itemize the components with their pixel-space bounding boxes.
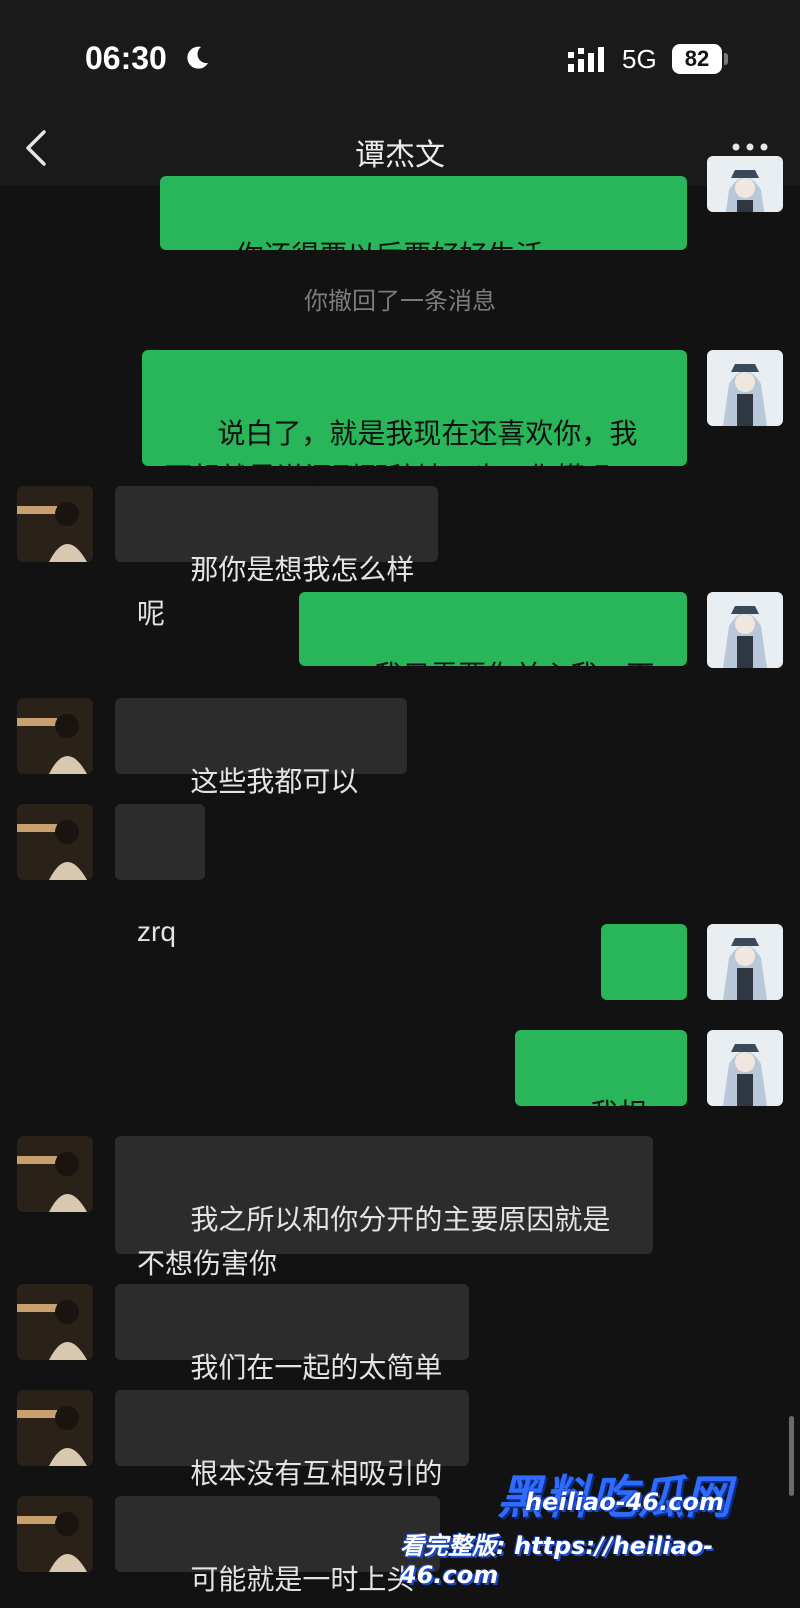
message-bubble-received[interactable]: zrq [115, 804, 205, 947]
moon-icon [187, 46, 208, 69]
anime-avatar-icon [707, 156, 783, 212]
message-text: 你还得要以后要好好生活 [235, 239, 544, 272]
message-bubble-received[interactable]: 根本没有互相吸引的点 [115, 1390, 469, 1534]
watermark-url: heiliao-46.com [525, 1488, 724, 1516]
my-avatar[interactable] [707, 1030, 783, 1106]
contact-avatar[interactable] [17, 804, 93, 880]
message-text: 可能就是一时上头吧 [137, 1563, 415, 1608]
message-text: 说白了，就是我现在还喜欢你，我不想就是说闹到那种地一步，你懂吗 [164, 417, 638, 494]
contact-photo-icon [17, 804, 93, 880]
message-bubble-sent[interactable]: 我相信你 [515, 1030, 687, 1174]
contact-photo-icon [17, 1136, 93, 1212]
contact-photo-icon [17, 1390, 93, 1466]
contact-photo-icon [17, 486, 93, 562]
contact-avatar[interactable] [17, 1390, 93, 1466]
contact-photo-icon [17, 1284, 93, 1360]
anime-avatar-icon [707, 592, 783, 668]
chat-title: 谭杰文 [355, 138, 445, 173]
message-list[interactable]: 你还得要以后要好好生活 你撤回了一条消息 说白了，就是我现在还喜欢你，我不想就是… [0, 156, 800, 1608]
contact-avatar[interactable] [17, 486, 93, 562]
status-bar: 06:30 5G 82 [0, 0, 800, 110]
anime-avatar-icon [707, 924, 783, 1000]
my-avatar[interactable] [707, 924, 783, 1000]
signal-icon [568, 47, 604, 72]
contact-avatar[interactable] [17, 1284, 93, 1360]
contact-photo-icon [17, 1496, 93, 1572]
contact-photo-icon [17, 698, 93, 774]
my-avatar[interactable] [707, 156, 783, 212]
message-text: zrq [137, 916, 176, 947]
message-bubble-sent[interactable]: 我只需要你关心我一下吧 [299, 592, 687, 736]
message-bubble-received[interactable]: 我们在一起的太简单了 [115, 1284, 469, 1428]
scrollbar[interactable] [789, 1416, 794, 1496]
message-bubble-received[interactable]: 那你是想我怎么样呢 [115, 486, 438, 630]
message-bubble-sent[interactable]: 好 [601, 924, 687, 1068]
my-avatar[interactable] [707, 592, 783, 668]
chat-screen: 06:30 5G 82 谭杰文 你还得要以后要好好生活 你撤回了一条消息 说白了… [0, 0, 800, 1608]
message-bubble-received[interactable]: 我之所以和你分开的主要原因就是不想伤害你 [115, 1136, 653, 1280]
message-text: 我之所以和你分开的主要原因就是不想伤害你 [137, 1203, 611, 1280]
message-bubble-sent[interactable]: 说白了，就是我现在还喜欢你，我不想就是说闹到那种地一步，你懂吗 [142, 350, 687, 494]
anime-avatar-icon [707, 350, 783, 426]
battery-tip [724, 53, 728, 65]
anime-avatar-icon [707, 1030, 783, 1106]
battery-level: 82 [672, 44, 722, 74]
contact-avatar[interactable] [17, 1496, 93, 1572]
contact-avatar[interactable] [17, 1136, 93, 1212]
watermark-caption: 看完整版: https://heiliao-46.com [400, 1532, 714, 1589]
my-avatar[interactable] [707, 350, 783, 426]
nav-bar: 谭杰文 [0, 110, 800, 186]
message-bubble-received[interactable]: 可能就是一时上头吧 [115, 1496, 440, 1608]
network-type: 5G [622, 44, 657, 74]
contact-avatar[interactable] [17, 698, 93, 774]
status-time: 06:30 [85, 40, 167, 76]
recall-notice: 你撤回了一条消息 [304, 287, 496, 315]
message-bubble-sent[interactable]: 你还得要以后要好好生活 [160, 176, 687, 272]
message-bubble-received[interactable]: 这些我都可以做到 [115, 698, 407, 842]
